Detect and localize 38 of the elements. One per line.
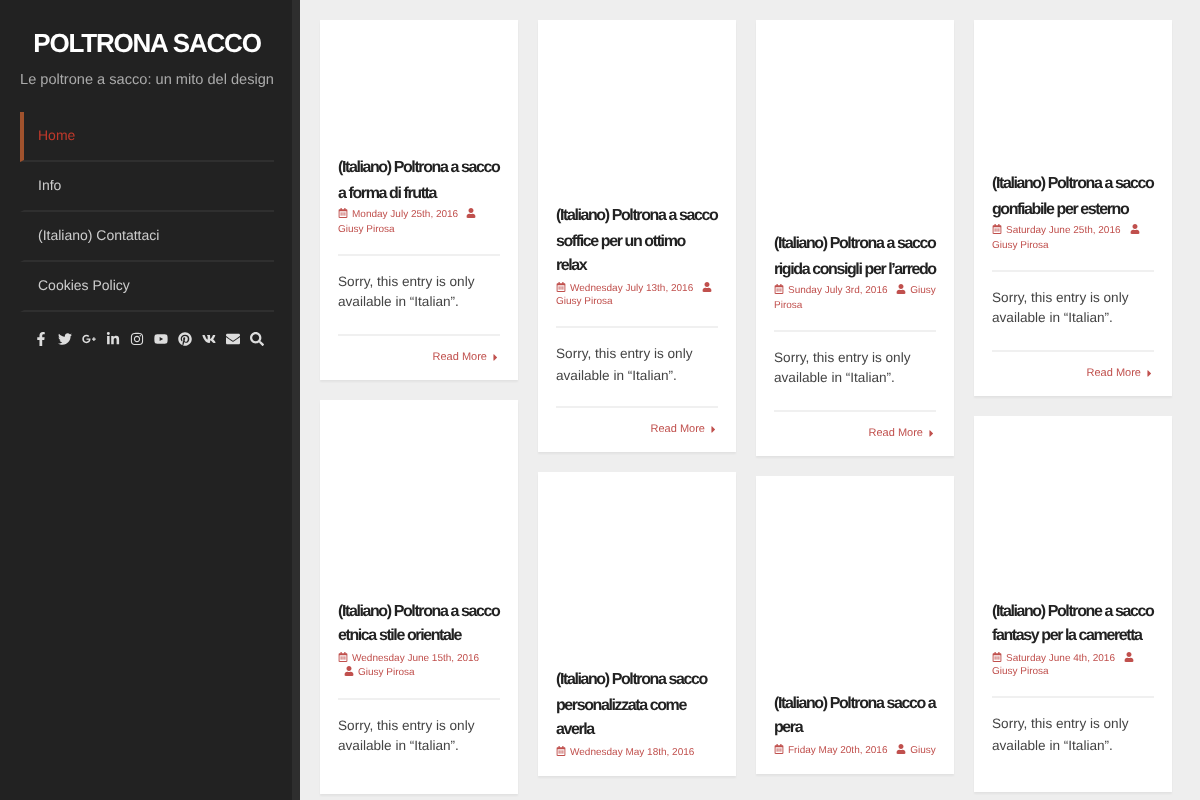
caret-icon [1143, 367, 1154, 379]
caret-icon [707, 424, 718, 436]
vk-icon[interactable] [202, 332, 216, 346]
post-title[interactable]: (Italiano) Poltrona sacco personalizzata come averla [556, 668, 718, 743]
pinterest-icon[interactable] [178, 332, 192, 346]
twitter-icon[interactable] [58, 332, 72, 346]
calendar-icon [338, 651, 348, 661]
post-title[interactable]: (Italiano) Poltrona a sacco a forma di frutta [338, 156, 500, 206]
search-icon[interactable] [250, 332, 264, 346]
envelope-icon[interactable] [226, 332, 240, 346]
user-icon [1129, 224, 1140, 234]
user-icon [344, 666, 354, 676]
user-icon [466, 208, 477, 218]
calendar-icon [556, 745, 566, 755]
calendar-icon [774, 743, 784, 753]
post-title[interactable]: (Italiano) Poltrona sacco a pera [774, 691, 936, 741]
calendar-icon [992, 224, 1002, 234]
youtube-icon[interactable] [154, 332, 168, 346]
user-icon [896, 284, 907, 294]
post-title[interactable]: (Italiano) Poltrona a sacco soffice per un ottimo relax [556, 204, 718, 279]
post-title[interactable]: (Italiano) Poltrona a sacco rigida consigli per l’arredo [774, 232, 936, 282]
user-icon [702, 281, 713, 291]
caret-icon [489, 351, 500, 363]
caret-icon [925, 427, 936, 439]
site-title[interactable]: POLTRONA SACCO [20, 28, 274, 58]
facebook-icon[interactable] [34, 332, 48, 346]
user-icon [1123, 651, 1134, 661]
instagram-icon[interactable] [130, 332, 144, 346]
google-plus-icon[interactable] [82, 332, 96, 346]
post-title[interactable]: (Italiano) Poltrone a sacco fantasy per la cameretta [992, 599, 1154, 649]
post-title[interactable]: (Italiano) Poltrona a sacco etnica stile orientale [338, 599, 500, 649]
user-icon [896, 743, 907, 753]
calendar-icon [556, 281, 566, 291]
calendar-icon [338, 208, 348, 218]
post-title[interactable]: (Italiano) Poltrona a sacco gonfiabile per esterno [992, 172, 1154, 222]
calendar-icon [992, 651, 1002, 661]
calendar-icon [774, 284, 784, 294]
linkedin-icon[interactable] [106, 332, 120, 346]
